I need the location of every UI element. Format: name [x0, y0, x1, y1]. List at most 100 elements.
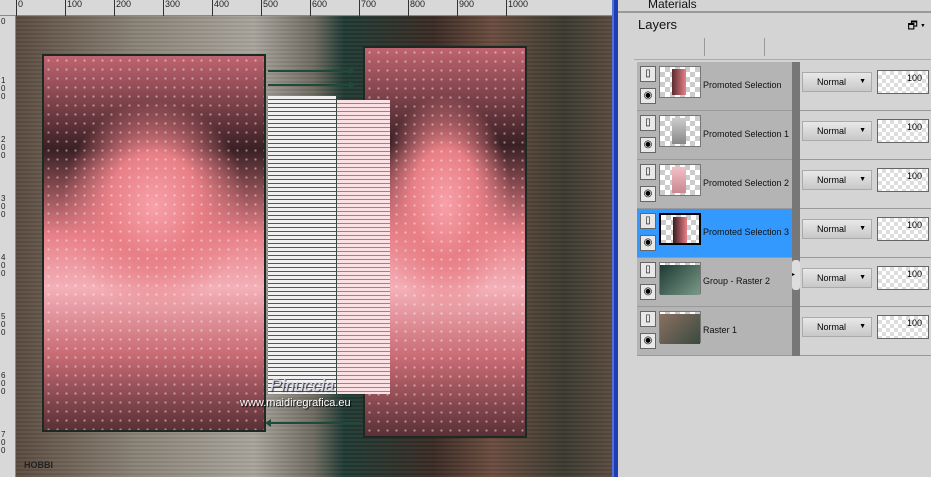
blend-mode-dropdown[interactable]: Normal ▼	[802, 268, 872, 288]
layer-type-icon: ▯	[640, 164, 656, 180]
visibility-eye-icon[interactable]: ◉	[640, 235, 656, 251]
layer-info[interactable]: ▯ ◉ Promoted Selection 1	[637, 111, 792, 159]
ruler-label: 0	[1, 17, 6, 26]
ruler-label: 600	[310, 0, 327, 16]
opacity-field[interactable]: 100	[877, 315, 929, 339]
opacity-field[interactable]: 100	[877, 266, 929, 290]
horizontal-ruler: 0 100 200 300 400 500 600 700 800 900 1000	[0, 0, 612, 16]
materials-panel-edge: Materials	[618, 0, 931, 13]
layer-info[interactable]: ▯ ◉ Group - Raster 2	[637, 258, 792, 306]
menu-dropdown-icon[interactable]: ▾	[921, 20, 925, 32]
arrow-shape	[268, 422, 362, 424]
layer-name: Group - Raster 2	[703, 276, 771, 286]
visibility-eye-icon[interactable]: ◉	[640, 88, 656, 104]
arrow-shape	[268, 67, 355, 75]
materials-title: Materials	[648, 0, 697, 11]
layer-row[interactable]: ▯ ◉ Promoted Selection 1 Normal ▼ 100	[637, 111, 931, 160]
ruler-label: 2 0 0	[1, 135, 6, 160]
layer-info[interactable]: ▯ ◉ Promoted Selection 2	[637, 160, 792, 208]
watermark-url: www.maidiregrafica.eu	[240, 397, 351, 409]
layer-thumbnail	[659, 213, 701, 245]
layer-type-icon: ▯	[640, 213, 656, 229]
layers-scrollbar[interactable]	[792, 160, 800, 209]
layer-thumbnail	[659, 66, 701, 98]
layer-row[interactable]: ▯ ◉ Group - Raster 2 ▸ Normal ▼ 100	[637, 258, 931, 307]
chevron-down-icon: ▼	[859, 176, 866, 183]
visibility-eye-icon[interactable]: ◉	[640, 186, 656, 202]
layers-toolbar	[634, 38, 931, 60]
ruler-label: 100	[65, 0, 82, 16]
layer-info[interactable]: ▯ ◉ Promoted Selection	[637, 62, 792, 110]
restore-icon[interactable]: 🗗	[908, 20, 918, 32]
ruler-label: 4 0 0	[1, 253, 6, 278]
layer-info[interactable]: ▯ ◉ Promoted Selection 3	[637, 209, 792, 257]
layer-type-icon: ▯	[640, 115, 656, 131]
blend-mode-dropdown[interactable]: Normal ▼	[802, 317, 872, 337]
visibility-eye-icon[interactable]: ◉	[640, 284, 656, 300]
watermark-name: Pinuccia	[270, 376, 335, 395]
layer-type-icon: ▯	[640, 311, 656, 327]
blend-mode-dropdown[interactable]: Normal ▼	[802, 170, 872, 190]
layer-name: Promoted Selection 1	[703, 129, 790, 139]
blend-mode-value: Normal	[817, 322, 847, 332]
layer-name: Raster 1	[703, 325, 738, 335]
layer-thumbnail	[659, 164, 701, 196]
opacity-field[interactable]: 100	[877, 217, 929, 241]
layer-thumbnail	[659, 115, 701, 147]
layers-scrollbar[interactable]	[792, 111, 800, 160]
layer-row[interactable]: ▯ ◉ Promoted Selection Normal ▼ 100	[637, 62, 931, 111]
layers-panel: Materials Layers 🗗 ▾ ▯ ◉ Promoted Select…	[618, 0, 931, 477]
visibility-eye-icon[interactable]: ◉	[640, 333, 656, 349]
ruler-label: 1 0 0	[1, 76, 6, 101]
ruler-label: 800	[408, 0, 425, 16]
image-canvas[interactable]: Pinuccia www.maidiregrafica.eu HOBBI	[16, 16, 612, 477]
layer-row[interactable]: ▯ ◉ Promoted Selection 2 Normal ▼ 100	[637, 160, 931, 209]
layer-name: Promoted Selection	[703, 80, 782, 90]
blend-mode-dropdown[interactable]: Normal ▼	[802, 219, 872, 239]
panel-title: Layers	[638, 17, 678, 32]
ruler-label: 300	[163, 0, 180, 16]
layers-scrollbar[interactable]	[792, 62, 800, 111]
layers-scrollbar[interactable]	[792, 307, 800, 356]
chevron-down-icon: ▼	[859, 127, 866, 134]
blend-mode-value: Normal	[817, 224, 847, 234]
layers-list: ▯ ◉ Promoted Selection Normal ▼ 100 ▯ ◉ P…	[637, 62, 931, 356]
ruler-label: 5 0 0	[1, 312, 6, 337]
chevron-down-icon: ▼	[859, 323, 866, 330]
opacity-field[interactable]: 100	[877, 119, 929, 143]
layer-name: Promoted Selection 3	[703, 227, 790, 237]
ruler-label: 0	[16, 0, 23, 16]
layers-scrollbar[interactable]: ▸	[792, 258, 800, 307]
layer-thumbnail	[659, 311, 701, 344]
signature: HOBBI	[24, 460, 53, 470]
blend-mode-value: Normal	[817, 77, 847, 87]
layer-thumbnail	[659, 262, 701, 295]
opacity-field[interactable]: 100	[877, 70, 929, 94]
blend-mode-dropdown[interactable]: Normal ▼	[802, 72, 872, 92]
ruler-label: 400	[212, 0, 229, 16]
ruler-label: 500	[261, 0, 278, 16]
ruler-label: 700	[359, 0, 376, 16]
layer-name: Promoted Selection 2	[703, 178, 790, 188]
ruler-label: 900	[457, 0, 474, 16]
ruler-label: 7 0 0	[1, 430, 6, 455]
grey-striped-panel	[268, 96, 336, 394]
opacity-field[interactable]: 100	[877, 168, 929, 192]
chevron-down-icon: ▼	[859, 78, 866, 85]
layer-row[interactable]: ▯ ◉ Raster 1 Normal ▼ 100	[637, 307, 931, 356]
chevron-down-icon: ▼	[859, 274, 866, 281]
layers-scrollbar[interactable]	[792, 209, 800, 258]
layer-info[interactable]: ▯ ◉ Raster 1	[637, 307, 792, 355]
ruler-label: 200	[114, 0, 131, 16]
layer-type-icon: ▯	[640, 66, 656, 82]
left-pink-panel	[42, 54, 266, 432]
vertical-ruler: 0 1 0 0 2 0 0 3 0 0 4 0 0 5 0 0 6 0 0 7 0 0	[0, 16, 16, 477]
blend-mode-value: Normal	[817, 273, 847, 283]
blend-mode-dropdown[interactable]: Normal ▼	[802, 121, 872, 141]
arrow-shape	[268, 81, 355, 89]
layer-row[interactable]: ▯ ◉ Promoted Selection 3 Normal ▼ 100	[637, 209, 931, 258]
blend-mode-value: Normal	[817, 126, 847, 136]
layer-type-icon: ▯	[640, 262, 656, 278]
visibility-eye-icon[interactable]: ◉	[640, 137, 656, 153]
chevron-down-icon: ▼	[859, 225, 866, 232]
